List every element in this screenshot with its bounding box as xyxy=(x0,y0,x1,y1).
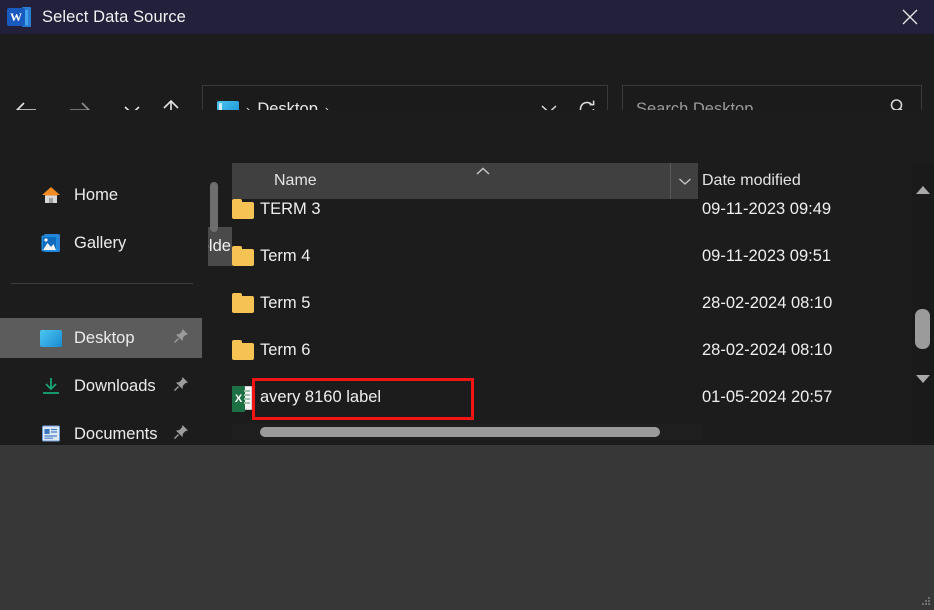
file-date-modified: 09-11-2023 09:51 xyxy=(702,247,832,265)
vertical-scrollbar-thumb[interactable] xyxy=(915,309,930,349)
word-app-icon: W xyxy=(7,6,31,28)
desktop-icon xyxy=(40,330,62,347)
excel-file-icon: X xyxy=(232,386,252,412)
table-row[interactable]: Term 6 28-02-2024 08:10 xyxy=(232,329,922,376)
folder-icon xyxy=(232,340,254,360)
file-name: Term 5 xyxy=(260,294,311,312)
word-icon-letter: W xyxy=(7,8,25,26)
documents-icon xyxy=(40,423,62,445)
sidebar-item-label: Documents xyxy=(74,424,158,443)
file-name: TERM 3 xyxy=(260,200,321,218)
folder-icon xyxy=(232,246,254,266)
sidebar-item-home[interactable]: Home xyxy=(0,175,202,215)
select-data-source-dialog: W Select Data Source › Desktop › Search … xyxy=(0,0,934,610)
sidebar-item-downloads[interactable]: Downloads xyxy=(0,366,202,406)
horizontal-scrollbar-thumb[interactable] xyxy=(260,427,660,437)
window-title: Select Data Source xyxy=(42,7,186,26)
file-date-modified: 09-11-2023 09:49 xyxy=(702,200,832,218)
table-row[interactable]: Term 4 09-11-2023 09:51 xyxy=(232,235,922,282)
file-date-modified: 28-02-2024 08:10 xyxy=(702,341,833,359)
close-icon[interactable] xyxy=(886,0,934,34)
pin-icon[interactable] xyxy=(173,328,189,349)
sort-ascending-caret-icon xyxy=(475,163,491,181)
sidebar-item-desktop[interactable]: Desktop xyxy=(0,318,202,358)
pin-icon[interactable] xyxy=(173,376,189,397)
resize-grip[interactable] xyxy=(921,597,931,607)
pin-icon[interactable] xyxy=(173,424,189,445)
file-date-modified: 01-05-2024 20:57 xyxy=(702,388,833,406)
sidebar-item-label: Desktop xyxy=(74,328,135,347)
scroll-up-arrow-icon[interactable] xyxy=(916,169,930,194)
table-row[interactable]: TERM 3 09-11-2023 09:49 xyxy=(232,188,922,235)
file-name: Term 6 xyxy=(260,341,311,359)
highlight-annotation-box xyxy=(252,378,474,420)
downloads-icon xyxy=(40,375,62,397)
gallery-icon xyxy=(40,232,62,254)
sidebar-item-label: Downloads xyxy=(74,376,156,395)
sidebar-item-label: Gallery xyxy=(74,233,127,252)
sidebar-item-label: Home xyxy=(74,185,119,204)
sidebar-scrollbar-thumb[interactable] xyxy=(210,182,218,232)
vertical-scrollbar[interactable] xyxy=(912,163,934,445)
folder-icon xyxy=(232,199,254,219)
sidebar-divider xyxy=(11,283,193,284)
title-bar: W Select Data Source xyxy=(0,0,934,34)
scroll-down-arrow-icon[interactable] xyxy=(916,375,930,401)
table-row[interactable]: Term 5 28-02-2024 08:10 xyxy=(232,282,922,329)
dialog-footer: New Source... File name: All Data Source… xyxy=(0,445,934,610)
sidebar-item-gallery[interactable]: Gallery xyxy=(0,223,202,263)
file-date-modified: 28-02-2024 08:10 xyxy=(702,294,833,312)
navigation-sidebar: Home Gallery Desktop Downloads Documents xyxy=(0,163,208,445)
command-bar: Organize New folder ? xyxy=(0,110,934,266)
folder-icon xyxy=(232,293,254,313)
file-name: Term 4 xyxy=(260,247,311,265)
navigation-bar: › Desktop › Search Desktop xyxy=(0,34,934,133)
home-icon xyxy=(40,184,62,206)
